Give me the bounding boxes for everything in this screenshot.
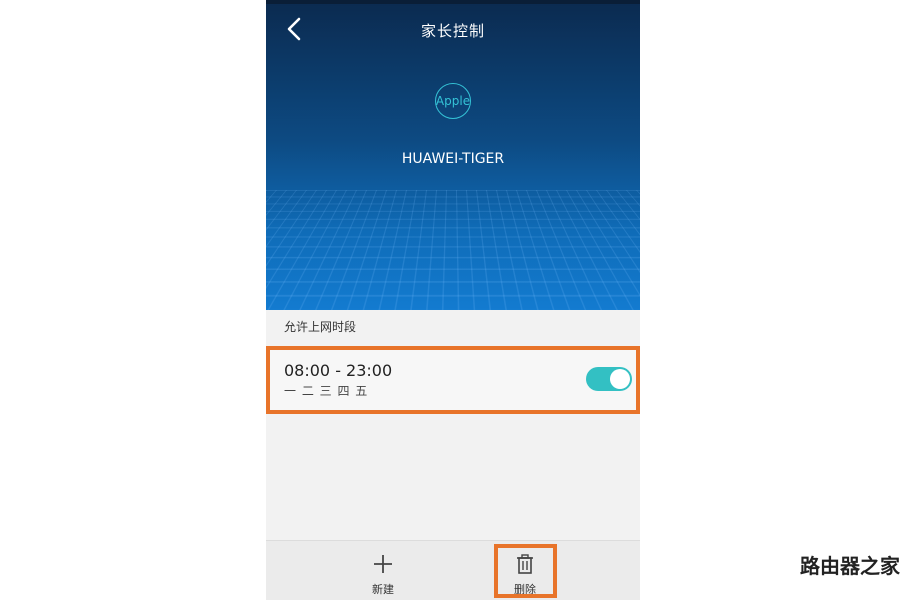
grid-backdrop <box>266 190 640 310</box>
rule-days: 一 二 三 四 五 <box>284 384 369 398</box>
toggle-knob <box>610 369 630 389</box>
trash-icon <box>517 554 533 574</box>
new-rule-button[interactable]: 新建 <box>348 547 418 599</box>
device-icon-label: Apple <box>435 94 471 108</box>
phone-screen: 家长控制 Apple HUAWEI-TIGER 允许上网时段 08:00 - 2… <box>266 0 640 600</box>
rule-time: 08:00 - 23:00 <box>284 361 393 380</box>
new-rule-label: 新建 <box>372 583 394 596</box>
status-strip <box>266 0 640 4</box>
delete-rule-button[interactable]: 删除 <box>490 547 560 599</box>
page-title: 家长控制 <box>420 22 485 40</box>
schedule-rule-row[interactable]: 08:00 - 23:00 一 二 三 四 五 <box>266 347 640 413</box>
device-name: HUAWEI-TIGER <box>401 151 505 167</box>
delete-rule-label: 删除 <box>514 583 536 596</box>
rule-enable-toggle[interactable] <box>586 367 632 391</box>
watermark-logo: 路由器之家 <box>800 554 900 578</box>
rule-list-empty-area <box>266 415 640 539</box>
bottom-toolbar: 新建 删除 <box>266 540 640 600</box>
device-icon: Apple <box>435 83 471 119</box>
header: 家长控制 Apple HUAWEI-TIGER <box>266 0 640 310</box>
plus-icon <box>374 555 392 573</box>
section-label: 允许上网时段 <box>284 320 357 334</box>
screenshot-stage: 家长控制 Apple HUAWEI-TIGER 允许上网时段 08:00 - 2… <box>0 0 900 600</box>
